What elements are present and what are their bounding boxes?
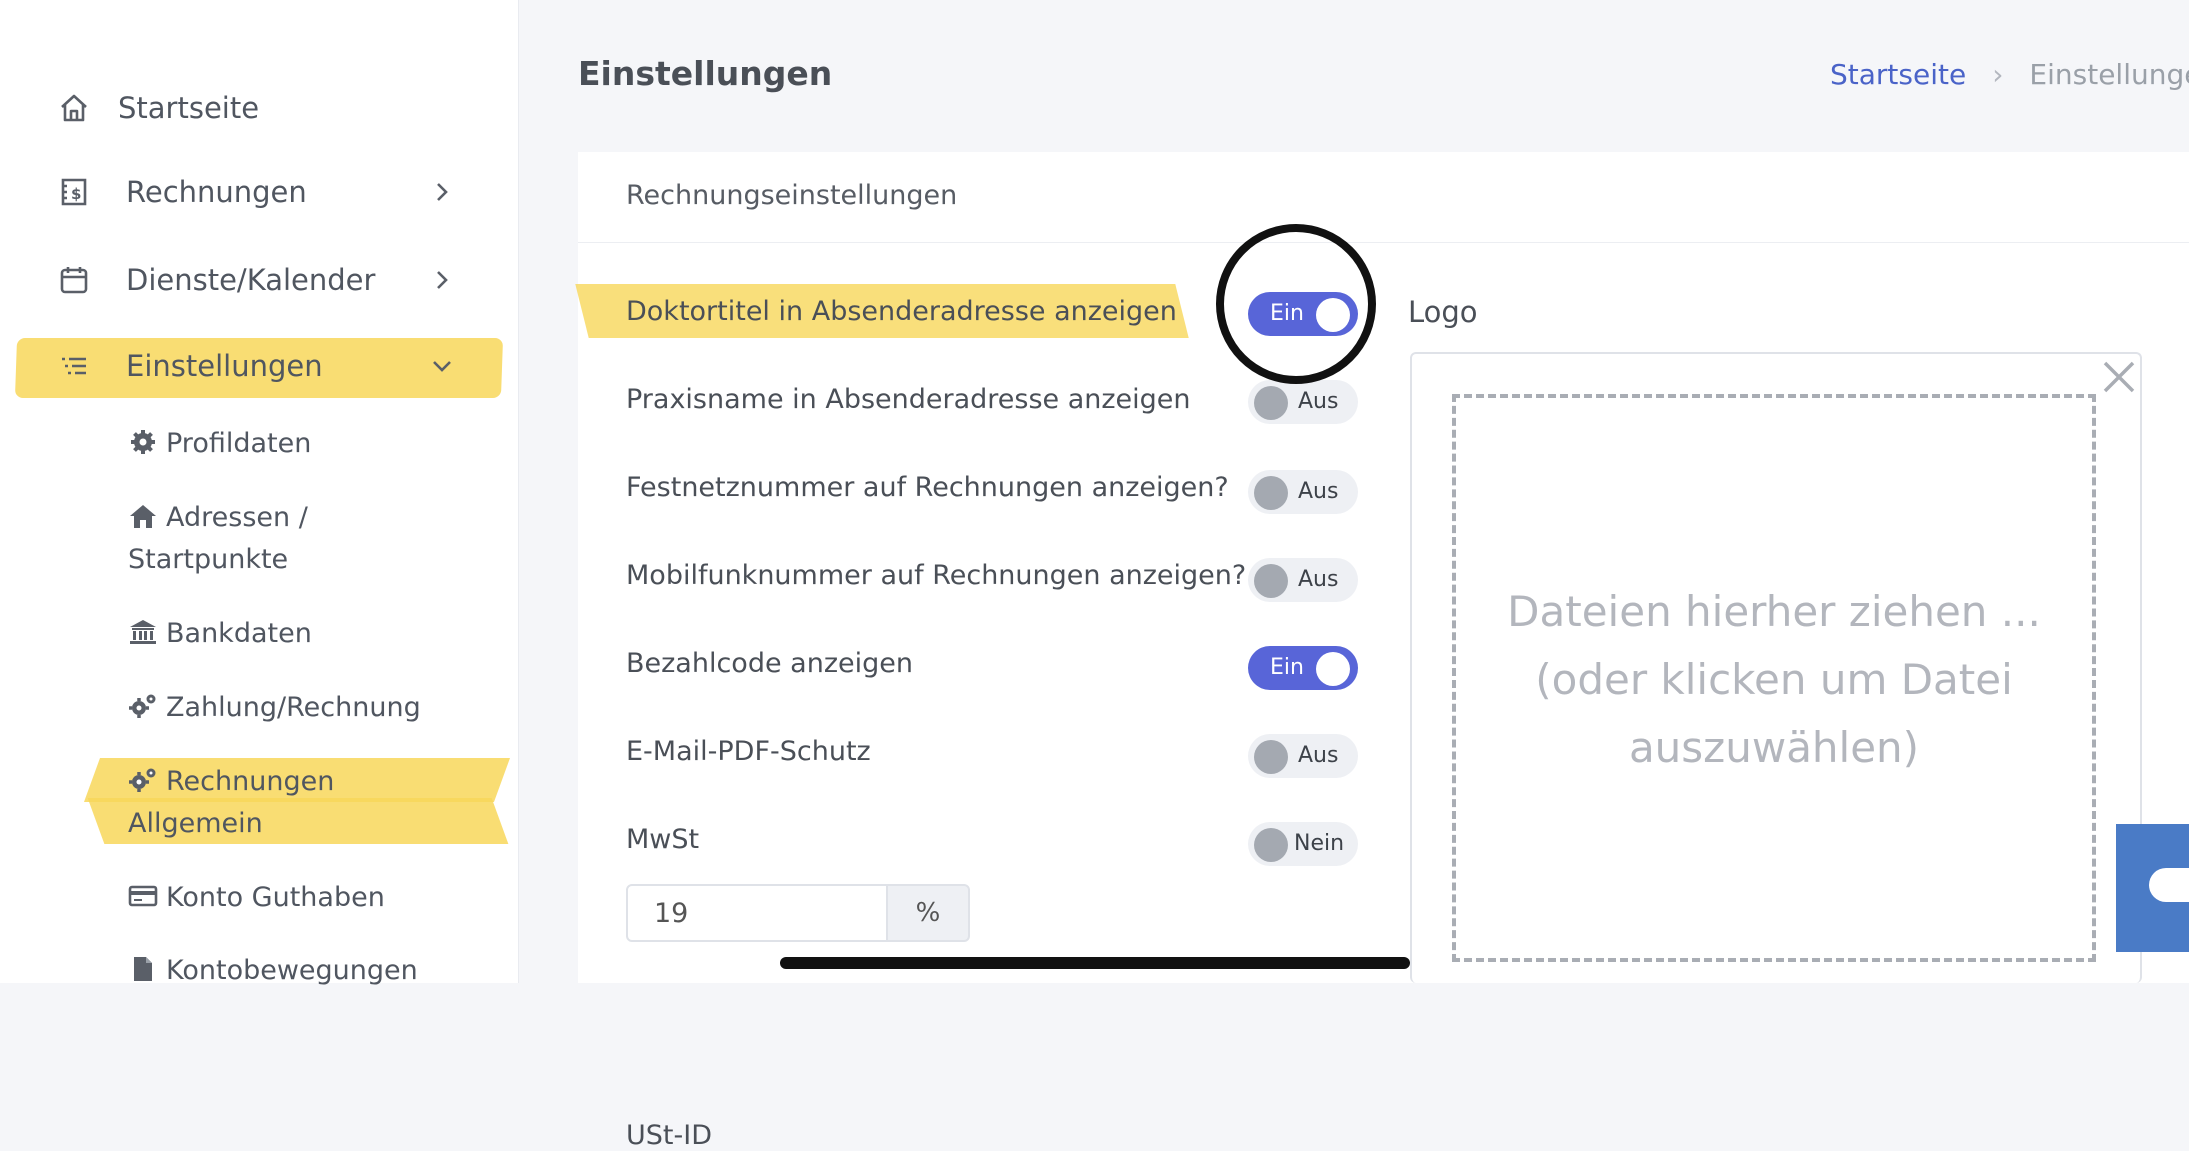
toggle-email-pdf-schutz[interactable]: Aus: [1248, 734, 1358, 778]
sidebar-subitem-label: Rechnungen: [166, 766, 335, 797]
home-indicator-bar: [780, 957, 1410, 969]
toggle-state: Ein: [1270, 655, 1304, 680]
setting-label-email-pdf-schutz: E-Mail-PDF-Schutz: [626, 736, 871, 767]
chevron-down-icon: [428, 352, 456, 380]
gear-icon: [128, 427, 158, 455]
gears-icon: [128, 765, 158, 793]
chevron-right-icon: [428, 178, 456, 206]
toggle-state: Aus: [1298, 743, 1339, 768]
toggle-state: Nein: [1294, 831, 1345, 856]
breadcrumb-home-link[interactable]: Startseite: [1830, 58, 1966, 91]
sidebar-subitem-label-line2: Allgemein: [128, 808, 263, 839]
credit-card-icon: [128, 881, 158, 909]
logo-label: Logo: [1408, 295, 1478, 329]
card-header: Rechnungseinstellungen: [578, 152, 2189, 243]
sidebar-item-dienste-kalender[interactable]: Dienste/Kalender: [0, 250, 518, 310]
sidebar-subitem-profildaten[interactable]: Profildaten: [128, 423, 311, 465]
svg-text:$: $: [71, 185, 81, 203]
toggle-praxisname[interactable]: Aus: [1248, 380, 1358, 424]
sidebar-subitem-label: Bankdaten: [166, 618, 312, 649]
sidebar-subitem-kontobewegungen[interactable]: Kontobewegungen: [128, 950, 418, 992]
house-icon: [128, 501, 158, 529]
sidebar-item-einstellungen[interactable]: Einstellungen: [0, 336, 518, 396]
toggle-mobilfunknummer[interactable]: Aus: [1248, 558, 1358, 602]
chevron-right-icon: [428, 266, 456, 294]
breadcrumb-current: Einstellungen: [2029, 58, 2189, 91]
chat-widget-button[interactable]: [2116, 824, 2189, 952]
dropzone-text-line: (oder klicken um Datei: [1535, 655, 2013, 704]
sidebar-subitem-label: Profildaten: [166, 428, 312, 459]
sidebar-subitem-label: Adressen /: [166, 502, 308, 533]
setting-label-bezahlcode: Bezahlcode anzeigen: [626, 648, 913, 679]
calendar-icon: [58, 264, 90, 296]
gears-icon: [128, 691, 158, 719]
setting-label-mwst: MwSt: [626, 824, 700, 855]
toggle-knob: [1254, 740, 1288, 774]
vat-rate-input[interactable]: [626, 884, 888, 942]
sidebar-subitem-label-line2: Startpunkte: [128, 544, 289, 575]
close-icon[interactable]: [2100, 358, 2138, 396]
setting-label-ust-id: USt-ID: [626, 1120, 712, 1151]
dropzone-text-line: auszuwählen): [1628, 723, 1920, 772]
sidebar-subitem-label: Konto Guthaben: [166, 882, 385, 913]
toggle-knob: [1254, 386, 1288, 420]
setting-label-praxisname: Praxisname in Absenderadresse anzeigen: [626, 384, 1191, 415]
toggle-knob: [1254, 828, 1288, 862]
toggle-knob: [1254, 476, 1288, 510]
sidebar-subitem-adressen[interactable]: Adressen /: [128, 497, 308, 539]
breadcrumb-separator: ›: [1992, 58, 2004, 91]
toggle-state: Aus: [1298, 389, 1339, 414]
sidebar-item-label: Startseite: [118, 91, 260, 125]
sidebar-item-label: Einstellungen: [126, 349, 323, 383]
page-title: Einstellungen: [578, 54, 833, 93]
invoice-icon: $: [58, 176, 90, 208]
sidebar-subitem-bankdaten[interactable]: Bankdaten: [128, 613, 312, 655]
toggle-festnetznummer[interactable]: Aus: [1248, 470, 1358, 514]
sidebar-subitem-rechnungen-allgemein[interactable]: Rechnungen: [128, 761, 334, 803]
sidebar-item-rechnungen[interactable]: $ Rechnungen: [0, 162, 518, 222]
breadcrumb: Startseite › Einstellungen: [1830, 58, 2189, 91]
sidebar-subitem-zahlung-rechnung[interactable]: Zahlung/Rechnung: [128, 687, 421, 729]
toggle-mwst[interactable]: Nein: [1248, 822, 1358, 866]
setting-label-mobilfunknummer: Mobilfunknummer auf Rechnungen anzeigen?: [626, 560, 1247, 591]
sidebar-subitem-konto-guthaben[interactable]: Konto Guthaben: [128, 877, 385, 919]
toggle-knob: [1316, 652, 1350, 686]
toggle-state: Aus: [1298, 567, 1339, 592]
bank-icon: [128, 617, 158, 645]
sidebar: Startseite $ Rechnungen Dienste/Kalender…: [0, 0, 519, 986]
toggle-bezahlcode[interactable]: Ein: [1248, 646, 1358, 690]
chat-icon: [2149, 868, 2189, 902]
file-icon: [128, 954, 158, 982]
list-icon: [58, 350, 90, 382]
toggle-state: Aus: [1298, 479, 1339, 504]
card-title: Rechnungseinstellungen: [626, 180, 958, 211]
sidebar-item-label: Dienste/Kalender: [126, 263, 376, 297]
toggle-knob: [1254, 564, 1288, 598]
annotation-circle: [1216, 224, 1376, 384]
sidebar-item-startseite[interactable]: Startseite: [0, 78, 518, 138]
vat-percent-addon: %: [888, 884, 970, 942]
sidebar-item-label: Rechnungen: [126, 175, 307, 209]
setting-label-festnetznummer: Festnetznummer auf Rechnungen anzeigen?: [626, 472, 1229, 503]
dropzone-text[interactable]: Dateien hierher ziehen ... (oder klicken…: [1452, 578, 2096, 782]
sidebar-subitem-label: Kontobewegungen: [166, 955, 418, 986]
home-icon: [58, 92, 90, 124]
sidebar-subitem-label: Zahlung/Rechnung: [166, 692, 421, 723]
dropzone-text-line: Dateien hierher ziehen ...: [1507, 587, 2041, 636]
setting-label-doktortitel: Doktortitel in Absenderadresse anzeigen: [626, 296, 1177, 327]
